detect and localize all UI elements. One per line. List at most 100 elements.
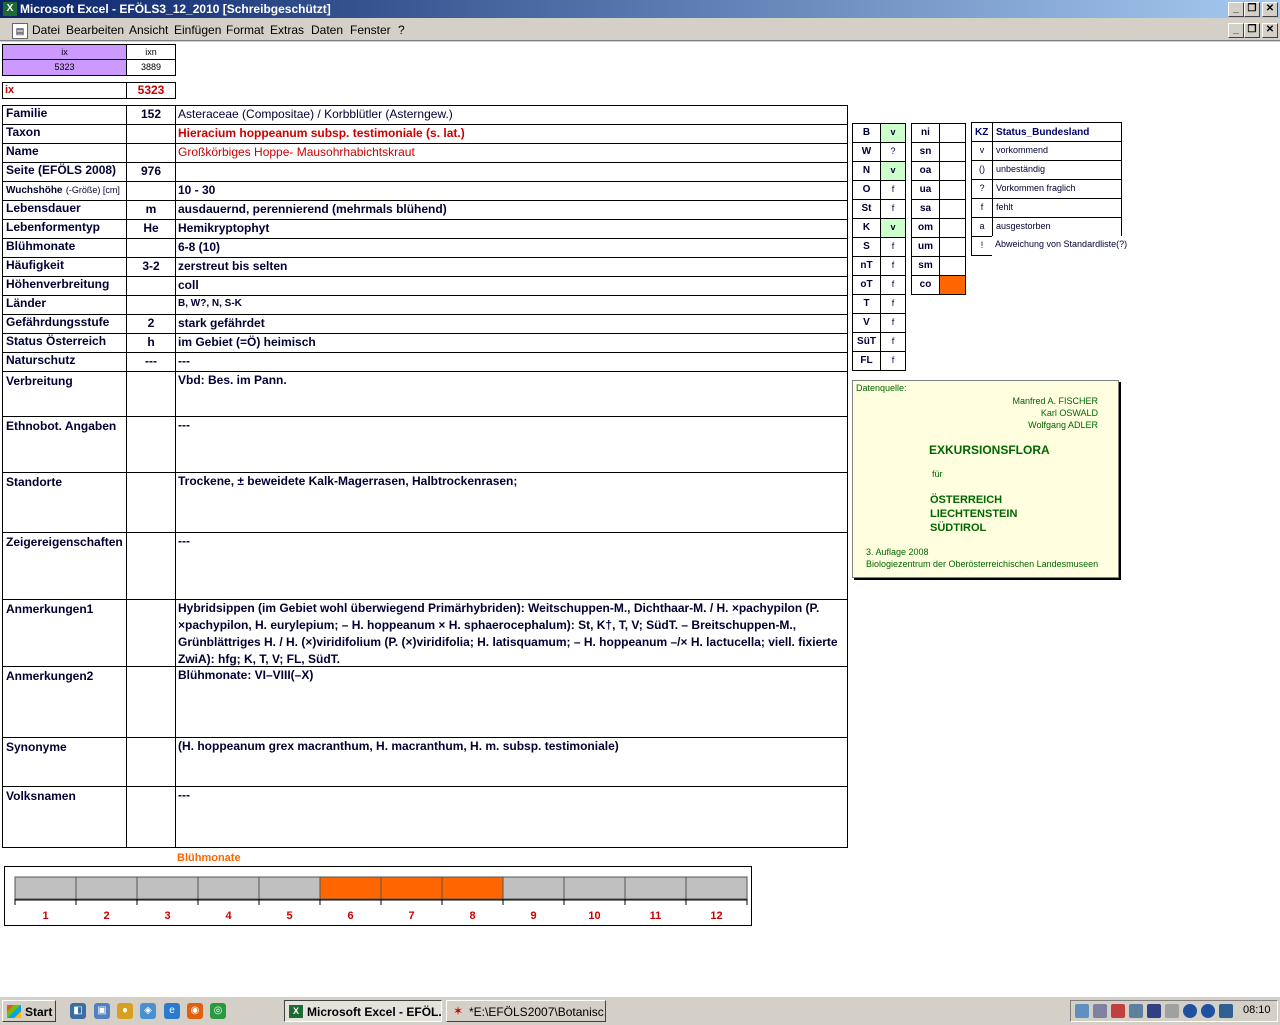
ix-value-cell[interactable]: 5323 (2, 59, 127, 76)
note-value[interactable]: (H. hoppeanum grex macranthum, H. macran… (175, 737, 848, 787)
note-value[interactable]: Hybridsippen (im Gebiet wohl überwiegend… (175, 599, 848, 667)
state-status[interactable]: f (880, 199, 906, 219)
note-value[interactable]: --- (175, 416, 848, 473)
task-file[interactable]: ✶ *E:\EFÖLS2007\Botanisc... (446, 1000, 606, 1022)
network-icon[interactable]: ◈ (140, 1003, 156, 1019)
row-code[interactable] (126, 143, 176, 163)
row-code[interactable] (126, 276, 176, 296)
row-value[interactable]: 10 - 30 (175, 181, 848, 201)
menu-extras[interactable]: Extras (270, 23, 304, 37)
note-code[interactable] (126, 599, 176, 667)
row-value[interactable]: B, W?, N, S-K (175, 295, 848, 315)
row-value[interactable]: --- (175, 352, 848, 372)
state-status[interactable]: f (880, 237, 906, 257)
row-code[interactable]: --- (126, 352, 176, 372)
close-button[interactable]: ✕ (1262, 2, 1278, 17)
ix-current-cell[interactable]: 5323 (126, 82, 176, 99)
state-status[interactable]: ? (880, 142, 906, 162)
note-value[interactable]: Vbd: Bes. im Pann. (175, 371, 848, 417)
row-code[interactable]: h (126, 333, 176, 353)
doc-close-button[interactable]: ✕ (1262, 23, 1278, 38)
note-code[interactable] (126, 472, 176, 533)
row-value[interactable]: im Gebiet (=Ö) heimisch (175, 333, 848, 353)
row-value[interactable]: 6-8 (10) (175, 238, 848, 258)
row-value[interactable]: Asteraceae (Compositae) / Korbblütler (A… (175, 105, 848, 125)
note-code[interactable] (126, 786, 176, 848)
note-code[interactable] (126, 737, 176, 787)
menu-einfuegen[interactable]: Einfügen (174, 23, 221, 37)
update-tray-icon[interactable] (1129, 1004, 1143, 1018)
document-icon[interactable]: ▤ (12, 23, 28, 39)
state-status[interactable]: v (880, 161, 906, 181)
security-tray-icon[interactable] (1147, 1004, 1161, 1018)
altitude-status[interactable] (939, 161, 966, 181)
menu-bearbeiten[interactable]: Bearbeiten (66, 23, 124, 37)
note-value[interactable]: --- (175, 532, 848, 600)
altitude-status[interactable] (939, 180, 966, 200)
row-value[interactable]: stark gefährdet (175, 314, 848, 334)
state-status[interactable]: f (880, 332, 906, 352)
row-value[interactable]: coll (175, 276, 848, 296)
ixn-value-cell[interactable]: 3889 (126, 59, 176, 76)
row-code[interactable] (126, 295, 176, 315)
note-code[interactable] (126, 666, 176, 738)
row-value[interactable] (175, 162, 848, 182)
note-code[interactable] (126, 416, 176, 473)
network-tray-icon[interactable] (1111, 1004, 1125, 1018)
state-status[interactable]: f (880, 313, 906, 333)
media-icon[interactable]: ● (117, 1003, 133, 1019)
state-status[interactable]: v (880, 123, 906, 143)
display-tray-icon[interactable] (1219, 1004, 1233, 1018)
state-status[interactable]: f (880, 256, 906, 276)
row-code[interactable]: 976 (126, 162, 176, 182)
altitude-status[interactable] (939, 142, 966, 162)
search-tray-icon[interactable] (1075, 1004, 1089, 1018)
altitude-status[interactable] (939, 218, 966, 238)
state-status[interactable]: f (880, 294, 906, 314)
state-status[interactable]: f (880, 275, 906, 295)
row-code[interactable]: 3-2 (126, 257, 176, 277)
row-value[interactable]: zerstreut bis selten (175, 257, 848, 277)
doc-maximize-button[interactable]: ❐ (1244, 23, 1260, 38)
altitude-status[interactable] (939, 275, 966, 295)
row-value[interactable]: ausdauernd, perennierend (mehrmals blühe… (175, 200, 848, 220)
altitude-status[interactable] (939, 123, 966, 143)
row-code[interactable]: 152 (126, 105, 176, 125)
state-status[interactable]: v (880, 218, 906, 238)
row-code[interactable]: 2 (126, 314, 176, 334)
note-code[interactable] (126, 371, 176, 417)
row-code[interactable]: He (126, 219, 176, 239)
settings-tray-icon[interactable] (1165, 1004, 1179, 1018)
row-value[interactable]: Hieracium hoppeanum subsp. testimoniale … (175, 124, 848, 144)
volume-tray-icon[interactable] (1093, 1004, 1107, 1018)
row-value[interactable]: Hemikryptophyt (175, 219, 848, 239)
chrome-icon[interactable]: ◎ (210, 1003, 226, 1019)
altitude-status[interactable] (939, 237, 966, 257)
doc-minimize-button[interactable]: _ (1228, 23, 1244, 38)
note-code[interactable] (126, 532, 176, 600)
internet-explorer-icon[interactable]: e (164, 1003, 180, 1019)
state-status[interactable]: f (880, 180, 906, 200)
menu-ansicht[interactable]: Ansicht (129, 23, 168, 37)
state-status[interactable]: f (880, 351, 906, 371)
row-code[interactable] (126, 238, 176, 258)
altitude-status[interactable] (939, 199, 966, 219)
note-value[interactable]: --- (175, 786, 848, 848)
altitude-status[interactable] (939, 256, 966, 276)
firefox-icon[interactable]: ◉ (187, 1003, 203, 1019)
menu-datei[interactable]: Datei (32, 23, 60, 37)
maximize-button[interactable]: ❐ (1244, 2, 1260, 17)
note-value[interactable]: Blühmonate: VI–VIII(–X) (175, 666, 848, 738)
note-value[interactable]: Trockene, ± beweidete Kalk-Magerrasen, H… (175, 472, 848, 533)
menu-daten[interactable]: Daten (311, 23, 343, 37)
task-excel[interactable]: X Microsoft Excel - EFÖL... (284, 1000, 442, 1022)
row-value[interactable]: Großkörbiges Hoppe- Mausohrhabichtskraut (175, 143, 848, 163)
menu-fenster[interactable]: Fenster (350, 23, 391, 37)
menu-format[interactable]: Format (226, 23, 264, 37)
bluetooth-tray-icon[interactable] (1201, 1004, 1215, 1018)
start-button[interactable]: Start (2, 1000, 56, 1022)
menu-help[interactable]: ? (398, 23, 405, 37)
minimize-button[interactable]: _ (1228, 2, 1244, 17)
row-code[interactable] (126, 181, 176, 201)
desktop-icon[interactable]: ◧ (70, 1003, 86, 1019)
